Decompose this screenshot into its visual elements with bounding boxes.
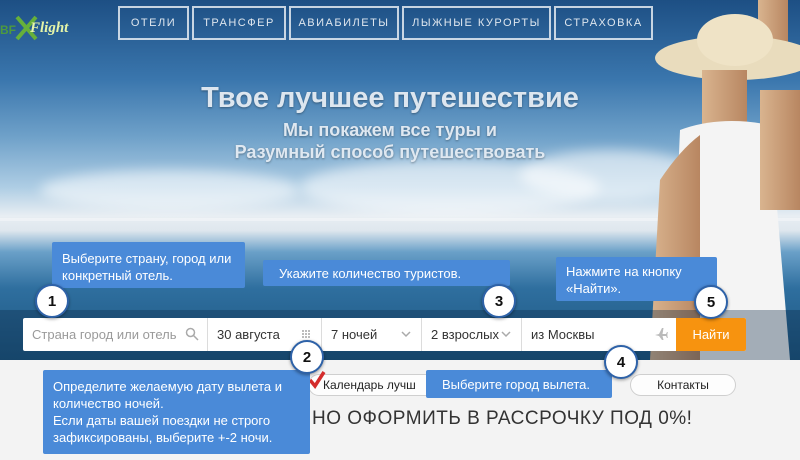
tooltip-departure: Выберите город вылета. bbox=[426, 370, 612, 398]
nav-item-air-tickets[interactable]: АВИАБИЛЕТЫ bbox=[289, 6, 399, 40]
site-logo[interactable]: BF Flight bbox=[0, 8, 80, 42]
chevron-down-icon bbox=[401, 331, 411, 338]
departure-city-select[interactable]: из Москвы bbox=[522, 318, 676, 351]
airplane-icon bbox=[655, 328, 668, 340]
search-icon bbox=[185, 327, 199, 341]
destination-placeholder: Страна город или отель bbox=[32, 327, 177, 342]
tooltip-tourists: Укажите количество туристов. bbox=[263, 260, 510, 286]
find-button[interactable]: Найти bbox=[676, 318, 746, 351]
installment-banner: НО ОФОРМИТЬ В РАССРОЧКУ ПОД 0%! bbox=[312, 408, 693, 429]
hero-subtitle-2: Разумный способ путешествовать bbox=[234, 142, 546, 162]
tourists-select[interactable]: 2 взрослых bbox=[422, 318, 522, 351]
step-badge-5: 5 bbox=[694, 285, 728, 319]
tooltip-destination: Выберите страну, город или конкретный от… bbox=[52, 242, 245, 288]
nav-item-insurance[interactable]: СТРАХОВКА bbox=[554, 6, 653, 40]
cloud bbox=[40, 170, 300, 210]
date-value: 30 августа bbox=[217, 327, 280, 342]
departure-value: из Москвы bbox=[531, 327, 595, 342]
tooltip-find: Нажмите на кнопку «Найти». bbox=[556, 257, 717, 301]
step-badge-1: 1 bbox=[35, 284, 69, 318]
nights-value: 7 ночей bbox=[331, 327, 378, 342]
step-badge-3: 3 bbox=[482, 284, 516, 318]
step-badge-2: 2 bbox=[290, 340, 324, 374]
nav-item-transfer[interactable]: ТРАНСФЕР bbox=[192, 6, 286, 40]
nav-item-hotels[interactable]: ОТЕЛИ bbox=[118, 6, 189, 40]
search-form: Страна город или отель 30 августа 7 ноче… bbox=[23, 318, 746, 351]
calendar-grid-icon bbox=[302, 330, 310, 338]
chevron-down-icon bbox=[501, 331, 511, 338]
contacts-button[interactable]: Контакты bbox=[630, 374, 736, 396]
tooltip-date: Определите желаемую дату вылета и количе… bbox=[43, 370, 310, 454]
step-badge-4: 4 bbox=[604, 345, 638, 379]
contacts-label: Контакты bbox=[657, 378, 709, 392]
logo-text: Flight bbox=[30, 20, 69, 36]
nav-item-ski-resorts[interactable]: ЛЫЖНЫЕ КУРОРТЫ bbox=[402, 6, 551, 40]
destination-input[interactable]: Страна город или отель bbox=[23, 318, 208, 351]
nights-select[interactable]: 7 ночей bbox=[322, 318, 422, 351]
hero-title: Твое лучшее путешествие bbox=[201, 82, 579, 114]
calendar-best-label: Календарь лучш bbox=[323, 378, 416, 392]
hero-subtitle-1: Мы покажем все туры и bbox=[283, 120, 497, 140]
hero-background bbox=[0, 0, 800, 360]
tourists-value: 2 взрослых bbox=[431, 327, 499, 342]
